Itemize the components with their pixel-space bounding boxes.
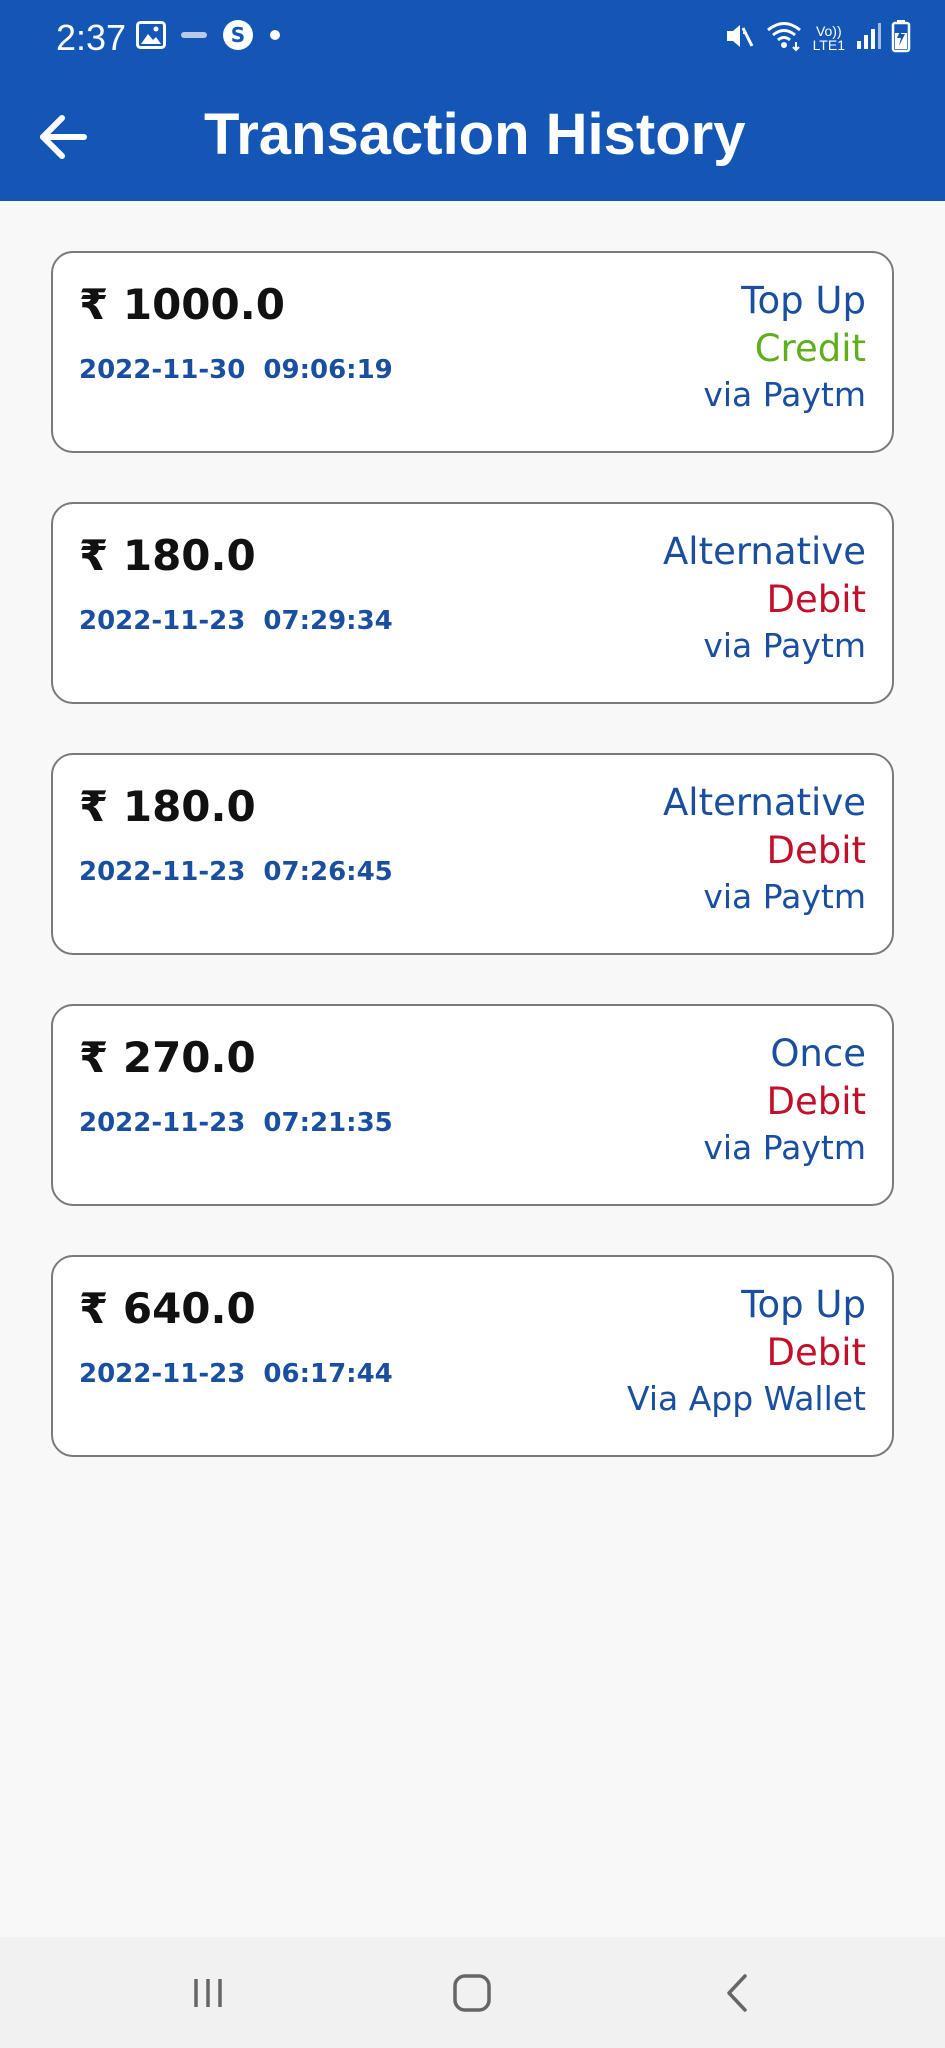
transaction-datetime: 2022-11-30 09:06:19 [79,353,393,387]
transaction-method: via Paytm [703,626,866,665]
transaction-time: 06:17:44 [263,1359,393,1389]
transaction-datetime: 2022-11-23 07:21:35 [79,1106,393,1140]
transaction-direction: Debit [766,578,866,621]
app-header: 2:37 S Vo)) LTE1 Transaction History [0,0,945,201]
network-type: Vo)) LTE1 [813,24,845,52]
transaction-date: 2022-11-23 [79,606,246,636]
status-left-icons: S [136,19,282,56]
transaction-method: via Paytm [703,375,866,414]
transaction-type: Alternative [663,781,866,824]
transaction-time: 07:26:45 [263,857,393,887]
transaction-date: 2022-11-23 [79,1108,246,1138]
network-lte-label: LTE1 [812,37,845,53]
transaction-details: Top Up Credit via Paytm [703,277,866,417]
transaction-datetime: 2022-11-23 07:29:34 [79,604,393,638]
transaction-details: Alternative Debit via Paytm [663,528,866,668]
transaction-date: 2022-11-23 [79,1359,246,1389]
transaction-amount: ₹ 270.0 [79,1033,256,1082]
network-volte-label: Vo)) [815,23,842,39]
recent-apps-icon [194,1979,222,2007]
status-time: 2:37 [56,17,127,58]
transaction-details: Top Up Debit Via App Wallet [627,1281,866,1421]
transaction-method: Via App Wallet [626,1379,866,1418]
transaction-amount: ₹ 180.0 [79,782,256,831]
home-button[interactable] [432,1961,512,2025]
transaction-date: 2022-11-30 [79,355,246,385]
transaction-details: Once Debit via Paytm [703,1030,866,1170]
mute-icon [723,20,755,57]
transaction-time: 07:21:35 [263,1108,393,1138]
page-title: Transaction History [204,102,746,167]
back-button[interactable] [30,104,96,170]
skype-icon: S [222,19,254,56]
recent-apps-button[interactable] [168,1961,248,2025]
transaction-method: via Paytm [703,877,866,916]
status-right-icons: Vo)) LTE1 [723,18,911,58]
back-icon [727,1974,747,2012]
transaction-time: 09:06:19 [263,355,393,385]
transaction-datetime: 2022-11-23 06:17:44 [79,1357,393,1391]
transaction-card[interactable]: ₹ 180.0 2022-11-23 07:26:45 Alternative … [51,753,894,955]
transaction-date: 2022-11-23 [79,857,246,887]
transaction-type: Top Up [741,1283,866,1326]
transaction-time: 07:29:34 [263,606,393,636]
transaction-amount: ₹ 640.0 [79,1284,256,1333]
transaction-amount: ₹ 180.0 [79,531,256,580]
battery-icon [891,19,911,58]
transaction-card[interactable]: ₹ 180.0 2022-11-23 07:29:34 Alternative … [51,502,894,704]
notification-icon [180,28,208,47]
transaction-amount: ₹ 1000.0 [79,280,285,329]
system-navigation-bar [0,1937,945,2048]
dot-icon [268,28,282,47]
transaction-details: Alternative Debit via Paytm [663,779,866,919]
arrow-left-icon [40,115,87,159]
system-back-button[interactable] [697,1961,777,2025]
signal-icon [855,21,881,56]
transaction-card[interactable]: ₹ 640.0 2022-11-23 06:17:44 Top Up Debit… [51,1255,894,1457]
transaction-direction: Debit [766,1331,866,1374]
transaction-method: via Paytm [703,1128,866,1167]
transaction-type: Top Up [741,279,866,322]
transaction-card[interactable]: ₹ 1000.0 2022-11-30 09:06:19 Top Up Cred… [51,251,894,453]
transaction-list: ₹ 1000.0 2022-11-30 09:06:19 Top Up Cred… [51,251,894,1506]
toolbar: Transaction History [0,86,945,186]
transaction-direction: Debit [766,829,866,872]
wifi-icon [765,20,803,57]
transaction-type: Alternative [663,530,866,573]
status-bar: 2:37 S Vo)) LTE1 [0,0,945,76]
transaction-card[interactable]: ₹ 270.0 2022-11-23 07:21:35 Once Debit v… [51,1004,894,1206]
transaction-type: Once [770,1032,866,1075]
transaction-direction: Debit [766,1080,866,1123]
home-icon [453,1974,491,2012]
transaction-datetime: 2022-11-23 07:26:45 [79,855,393,889]
svg-text:S: S [231,23,245,47]
app-root: 2:37 S Vo)) LTE1 Transaction History ₹ 1… [0,0,945,2048]
transaction-direction: Credit [754,327,866,370]
gallery-icon [136,20,166,54]
